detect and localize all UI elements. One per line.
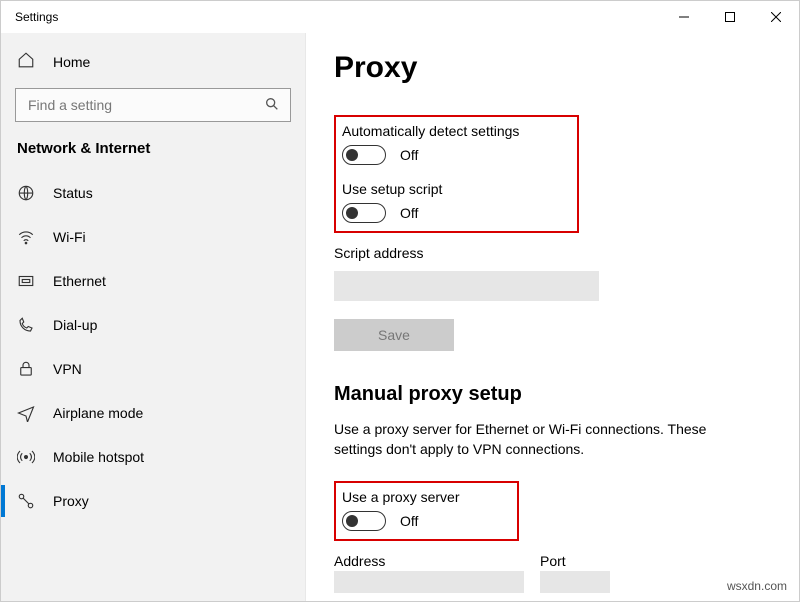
sidebar-item-label: Mobile hotspot: [53, 449, 144, 465]
sidebar-item-status[interactable]: Status: [1, 171, 305, 215]
hotspot-icon: [17, 448, 35, 466]
sidebar-category: Network & Internet: [1, 134, 305, 171]
sidebar-item-dialup[interactable]: Dial-up: [1, 303, 305, 347]
sidebar-item-label: Proxy: [53, 493, 89, 509]
watermark: wsxdn.com: [727, 579, 787, 593]
wifi-icon: [17, 228, 35, 246]
sidebar-item-proxy[interactable]: Proxy: [1, 479, 305, 523]
setup-script-state: Off: [400, 205, 418, 221]
sidebar-item-ethernet[interactable]: Ethernet: [1, 259, 305, 303]
sidebar-item-wifi[interactable]: Wi-Fi: [1, 215, 305, 259]
auto-detect-label: Automatically detect settings: [342, 123, 519, 139]
sidebar-item-label: VPN: [53, 361, 82, 377]
use-proxy-toggle[interactable]: [342, 511, 386, 531]
status-icon: [17, 184, 35, 202]
sidebar: Home Network & Internet Status Wi-Fi E: [1, 33, 306, 601]
window-title: Settings: [15, 10, 58, 24]
address-column: Address: [334, 553, 524, 593]
auto-detect-toggle[interactable]: [342, 145, 386, 165]
script-address-input[interactable]: [334, 271, 599, 301]
manual-proxy-heading: Manual proxy setup: [334, 383, 771, 406]
airplane-icon: [17, 404, 35, 422]
proxy-icon: [17, 492, 35, 510]
sidebar-item-label: Dial-up: [53, 317, 97, 333]
save-button[interactable]: Save: [334, 319, 454, 351]
sidebar-item-airplane[interactable]: Airplane mode: [1, 391, 305, 435]
sidebar-item-label: Status: [53, 185, 93, 201]
dialup-icon: [17, 316, 35, 334]
address-label: Address: [334, 553, 524, 569]
highlight-box-autoproxy: Automatically detect settings Off Use se…: [334, 115, 579, 233]
use-proxy-label: Use a proxy server: [342, 489, 459, 505]
ethernet-icon: [17, 272, 35, 290]
search-box[interactable]: [15, 88, 291, 122]
sidebar-item-hotspot[interactable]: Mobile hotspot: [1, 435, 305, 479]
close-button[interactable]: [753, 1, 799, 33]
sidebar-item-label: Ethernet: [53, 273, 106, 289]
script-address-label: Script address: [334, 245, 771, 261]
sidebar-item-vpn[interactable]: VPN: [1, 347, 305, 391]
port-input[interactable]: [540, 571, 610, 593]
sidebar-item-label: Wi-Fi: [53, 229, 86, 245]
vpn-icon: [17, 360, 35, 378]
highlight-box-useproxy: Use a proxy server Off: [334, 481, 519, 541]
window-controls: [661, 1, 799, 33]
port-column: Port: [540, 553, 610, 593]
sidebar-home-label: Home: [53, 54, 90, 70]
setup-script-toggle[interactable]: [342, 203, 386, 223]
sidebar-home[interactable]: Home: [1, 41, 305, 82]
address-input[interactable]: [334, 571, 524, 593]
manual-proxy-description: Use a proxy server for Ethernet or Wi-Fi…: [334, 420, 754, 459]
use-proxy-state: Off: [400, 513, 418, 529]
home-icon: [17, 51, 35, 72]
page-title: Proxy: [334, 51, 771, 85]
main-panel: Proxy Automatically detect settings Off …: [306, 33, 799, 601]
search-input[interactable]: [26, 96, 264, 114]
maximize-button[interactable]: [707, 1, 753, 33]
auto-detect-state: Off: [400, 147, 418, 163]
port-label: Port: [540, 553, 610, 569]
search-icon: [264, 96, 280, 115]
titlebar: Settings: [1, 1, 799, 33]
minimize-button[interactable]: [661, 1, 707, 33]
sidebar-item-label: Airplane mode: [53, 405, 143, 421]
setup-script-label: Use setup script: [342, 181, 519, 197]
